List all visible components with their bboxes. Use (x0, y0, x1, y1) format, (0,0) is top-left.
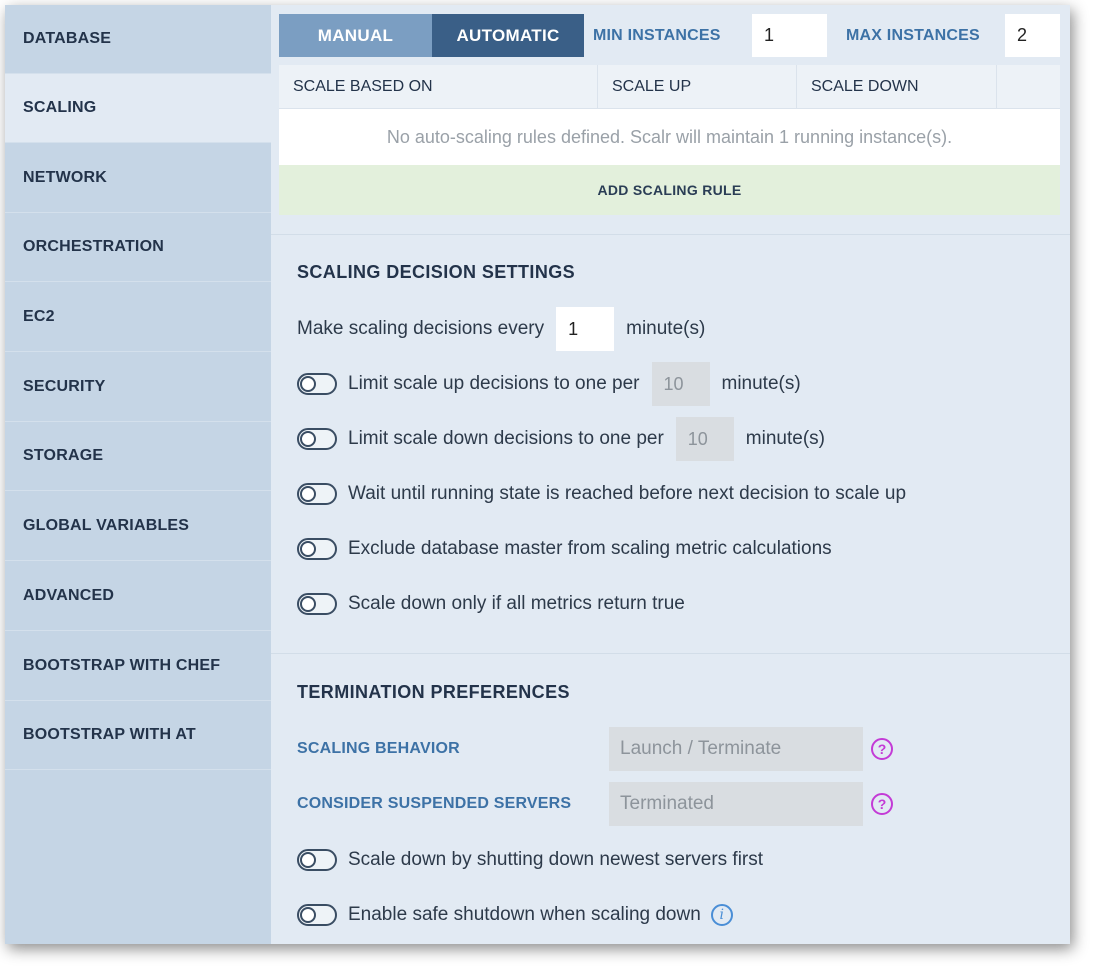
sidebar-item-label: DATABASE (23, 30, 112, 47)
min-instances-input[interactable]: 1 (752, 14, 827, 57)
limit-scale-down-toggle[interactable] (297, 428, 337, 450)
decision-interval-input[interactable]: 1 (556, 307, 615, 351)
help-icon[interactable]: ? (871, 793, 893, 815)
consider-suspended-label: CONSIDER SUSPENDED SERVERS (297, 795, 572, 812)
sidebar-item-bootstrap-chef[interactable]: BOOTSTRAP WITH CHEF (5, 632, 271, 701)
sidebar-item-security[interactable]: SECURITY (5, 353, 271, 422)
limit-scale-down-suffix: minute(s) (745, 428, 825, 449)
max-instances-label: MAX INSTANCES (846, 26, 980, 44)
info-icon[interactable]: i (710, 904, 733, 926)
newest-first-label: Scale down by shutting down newest serve… (348, 849, 764, 870)
sidebar-item-label: NETWORK (23, 169, 108, 186)
exclude-master-toggle[interactable] (297, 538, 337, 560)
safe-shutdown-row: Enable safe shutdown when scaling down i (297, 893, 733, 937)
sidebar-item-storage[interactable]: STORAGE (5, 422, 271, 491)
scaling-behavior-select: Launch / Terminate (609, 727, 863, 771)
limit-scale-up-toggle[interactable] (297, 373, 337, 395)
sidebar-item-label: ADVANCED (23, 587, 115, 604)
sidebar-item-label: STORAGE (23, 447, 104, 464)
column-scale-up[interactable]: SCALE UP (598, 65, 797, 109)
sidebar-item-network[interactable]: NETWORK (5, 144, 271, 213)
all-metrics-label: Scale down only if all metrics return tr… (348, 593, 685, 614)
limit-scale-down-prefix: Limit scale down decisions to one per (348, 428, 664, 449)
newest-first-toggle[interactable] (297, 849, 337, 871)
rules-empty-message: No auto-scaling rules defined. Scalr wil… (279, 109, 1060, 165)
exclude-master-row: Exclude database master from scaling met… (297, 527, 832, 571)
limit-scale-up-prefix: Limit scale up decisions to one per (348, 373, 640, 394)
sidebar-item-ec2[interactable]: EC2 (5, 283, 271, 352)
limit-scale-up-input: 10 (651, 362, 710, 406)
min-instances-label: MIN INSTANCES (593, 26, 721, 44)
sidebar-item-database[interactable]: DATABASE (5, 5, 271, 74)
wait-running-label: Wait until running state is reached befo… (348, 483, 907, 504)
sidebar-item-label: GLOBAL VARIABLES (23, 517, 190, 534)
help-icon[interactable]: ? (871, 738, 893, 760)
scaling-rules-header: SCALE BASED ON SCALE UP SCALE DOWN (279, 65, 1060, 109)
limit-scale-up-suffix: minute(s) (721, 373, 801, 394)
max-instances-input[interactable]: 2 (1005, 14, 1060, 57)
termination-title: TERMINATION PREFERENCES (297, 682, 570, 702)
sidebar: DATABASE SCALING NETWORK ORCHESTRATION E… (5, 5, 271, 944)
sidebar-item-label: SECURITY (23, 378, 106, 395)
automatic-mode-button[interactable]: AUTOMATIC (432, 14, 584, 57)
wait-running-toggle[interactable] (297, 483, 337, 505)
column-scale-based-on[interactable]: SCALE BASED ON (279, 65, 598, 109)
limit-scale-down-input: 10 (675, 417, 734, 461)
sidebar-item-global-variables[interactable]: GLOBAL VARIABLES (5, 492, 271, 561)
scaling-behavior-label: SCALING BEHAVIOR (297, 740, 460, 757)
sidebar-item-advanced[interactable]: ADVANCED (5, 562, 271, 631)
exclude-master-label: Exclude database master from scaling met… (348, 538, 832, 559)
safe-shutdown-label: Enable safe shutdown when scaling down (348, 904, 701, 925)
sidebar-item-scaling[interactable]: SCALING (5, 74, 271, 143)
farm-role-settings-window: DATABASE SCALING NETWORK ORCHESTRATION E… (5, 5, 1070, 944)
safe-shutdown-toggle[interactable] (297, 904, 337, 926)
sidebar-item-label: EC2 (23, 308, 55, 325)
newest-first-row: Scale down by shutting down newest serve… (297, 838, 763, 882)
limit-scale-down-row: Limit scale down decisions to one per 10… (297, 417, 825, 461)
sidebar-item-orchestration[interactable]: ORCHESTRATION (5, 213, 271, 282)
decision-interval-prefix: Make scaling decisions every (297, 318, 545, 339)
decision-settings-title: SCALING DECISION SETTINGS (297, 262, 576, 282)
decision-interval-row: Make scaling decisions every 1 minute(s) (297, 307, 705, 351)
divider (271, 234, 1070, 235)
column-scale-down[interactable]: SCALE DOWN (797, 65, 997, 109)
sidebar-item-label: BOOTSTRAP WITH AT (23, 726, 196, 743)
add-scaling-rule-button[interactable]: ADD SCALING RULE (279, 165, 1060, 215)
sidebar-item-bootstrap-at[interactable]: BOOTSTRAP WITH AT (5, 701, 271, 770)
consider-suspended-select: Terminated (609, 782, 863, 826)
wait-running-row: Wait until running state is reached befo… (297, 472, 906, 516)
all-metrics-row: Scale down only if all metrics return tr… (297, 582, 685, 626)
manual-mode-button[interactable]: MANUAL (279, 14, 432, 57)
sidebar-item-label: BOOTSTRAP WITH CHEF (23, 657, 221, 674)
limit-scale-up-row: Limit scale up decisions to one per 10 m… (297, 362, 801, 406)
decision-interval-suffix: minute(s) (626, 318, 706, 339)
sidebar-item-label: ORCHESTRATION (23, 238, 164, 255)
sidebar-item-label: SCALING (23, 99, 97, 116)
scaling-mode-bar: MANUAL AUTOMATIC MIN INSTANCES 1 MAX INS… (279, 14, 1060, 57)
scaling-panel: MANUAL AUTOMATIC MIN INSTANCES 1 MAX INS… (271, 5, 1070, 944)
divider (271, 653, 1070, 654)
all-metrics-toggle[interactable] (297, 593, 337, 615)
